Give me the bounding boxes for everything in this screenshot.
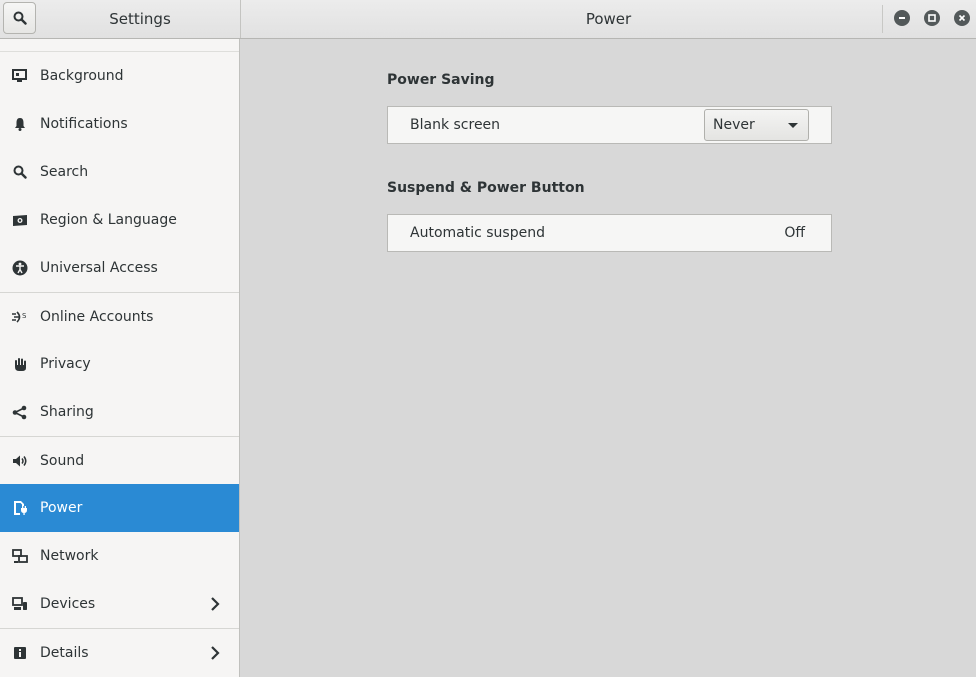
- network-icon: [11, 548, 28, 565]
- minimize-button[interactable]: [894, 10, 910, 26]
- sidebar-item-details[interactable]: Details: [0, 628, 239, 676]
- sidebar-item-region-language[interactable]: Region & Language: [0, 196, 239, 244]
- maximize-button[interactable]: [924, 10, 940, 26]
- minimize-icon: [899, 17, 905, 19]
- sidebar-item-power[interactable]: Power: [0, 484, 239, 532]
- power-panel: Power Saving Blank screen Never Suspend …: [241, 39, 976, 677]
- automatic-suspend-label: Automatic suspend: [410, 225, 545, 241]
- region-icon: [11, 212, 28, 229]
- sidebar-item-label: Background: [40, 68, 124, 84]
- close-button[interactable]: [954, 10, 970, 26]
- header-separator: [882, 5, 883, 33]
- sidebar-item-label: Network: [40, 548, 99, 564]
- blank-screen-dropdown[interactable]: Never: [704, 109, 809, 141]
- sidebar-header: Settings: [0, 0, 241, 38]
- sidebar-item-label: Details: [40, 644, 89, 661]
- svg-text:S: S: [22, 312, 27, 320]
- chevron-right-icon: [211, 646, 220, 660]
- bell-icon: [11, 116, 28, 133]
- sidebar-item-label: Universal Access: [40, 260, 158, 276]
- chevron-right-icon: [211, 597, 220, 611]
- search-icon: [11, 164, 28, 181]
- close-icon: [958, 14, 966, 22]
- search-button[interactable]: [3, 2, 36, 34]
- automatic-suspend-value: Off: [784, 225, 805, 241]
- devices-icon: [11, 596, 28, 613]
- sidebar-item-background[interactable]: Background: [0, 52, 239, 100]
- blank-screen-value: Never: [713, 117, 755, 133]
- sidebar-item-label: Notifications: [40, 116, 128, 132]
- sidebar-item-notifications[interactable]: Notifications: [0, 100, 239, 148]
- accessibility-icon: [11, 260, 28, 277]
- sidebar-item-label: Power: [40, 500, 83, 516]
- automatic-suspend-row[interactable]: Automatic suspend Off: [387, 214, 832, 252]
- sidebar-item-label: Online Accounts: [40, 308, 154, 325]
- suspend-heading: Suspend & Power Button: [387, 180, 585, 196]
- sidebar-title: Settings: [109, 10, 171, 28]
- dropdown-arrow-icon: [788, 123, 798, 128]
- sidebar-item-devices[interactable]: Devices: [0, 580, 239, 628]
- sidebar-item-universal-access[interactable]: Universal Access: [0, 244, 239, 292]
- speaker-icon: [11, 452, 28, 469]
- power-saving-heading: Power Saving: [387, 72, 495, 88]
- sidebar-item-label: Sound: [40, 452, 85, 469]
- sidebar-top-spacer: [0, 39, 239, 52]
- share-icon: [11, 404, 28, 421]
- blank-screen-label: Blank screen: [410, 117, 501, 133]
- sidebar-item-privacy[interactable]: Privacy: [0, 340, 239, 388]
- sidebar-item-label: Region & Language: [40, 212, 177, 228]
- power-saving-frame: Blank screen Never: [387, 106, 832, 144]
- power-plug-icon: [11, 500, 28, 517]
- sidebar-item-label: Search: [40, 164, 89, 180]
- info-icon: [11, 644, 28, 661]
- sidebar-item-label: Sharing: [40, 404, 94, 420]
- panel-title: Power: [585, 10, 632, 28]
- sidebar-item-search[interactable]: Search: [0, 148, 239, 196]
- sidebar-item-online-accounts[interactable]: S Online Accounts: [0, 292, 239, 340]
- search-icon: [13, 11, 27, 25]
- sidebar: Background Notifications Search Region &…: [0, 39, 240, 677]
- online-accounts-icon: S: [11, 308, 28, 325]
- sidebar-item-network[interactable]: Network: [0, 532, 239, 580]
- sidebar-item-sound[interactable]: Sound: [0, 436, 239, 484]
- sidebar-item-label: Devices: [40, 596, 96, 612]
- header-bar: Settings Power: [0, 0, 976, 39]
- hand-icon: [11, 356, 28, 373]
- maximize-icon: [928, 14, 936, 22]
- background-icon: [11, 68, 28, 85]
- sidebar-item-label: Privacy: [40, 356, 91, 372]
- sidebar-item-sharing[interactable]: Sharing: [0, 388, 239, 436]
